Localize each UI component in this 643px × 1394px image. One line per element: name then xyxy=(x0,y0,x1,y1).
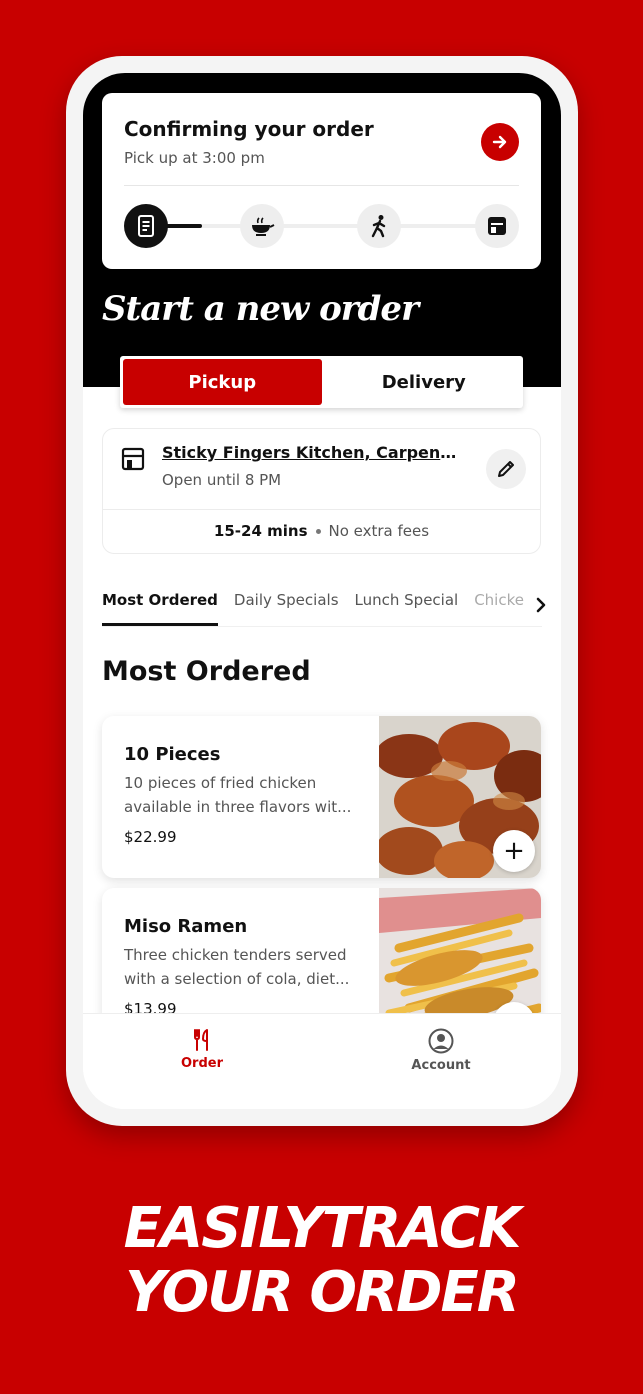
step-store xyxy=(475,204,519,248)
promo-headline-line2: YOUR ORDER xyxy=(125,1260,520,1325)
chevron-right-icon[interactable] xyxy=(533,595,549,619)
app-screen: Confirming your order Pick up at 3:00 pm xyxy=(83,73,561,1109)
pencil-icon xyxy=(498,461,514,477)
menu-item-card[interactable]: 10 Pieces 10 pieces of fried chicken ava… xyxy=(102,716,541,878)
step-pickup xyxy=(357,204,401,248)
item-name: Miso Ramen xyxy=(124,916,248,937)
status-divider xyxy=(124,185,519,186)
category-tab-lunch-special[interactable]: Lunch Special xyxy=(355,591,459,626)
delivery-tab[interactable]: Delivery xyxy=(325,356,524,408)
receipt-icon xyxy=(138,215,154,237)
user-circle-icon xyxy=(428,1028,454,1054)
section-title: Most Ordered xyxy=(102,656,311,687)
nav-account-label: Account xyxy=(411,1058,471,1073)
store-icon xyxy=(121,447,145,475)
store-hours: Open until 8 PM xyxy=(162,471,282,489)
step-receipt xyxy=(124,204,168,248)
arrow-right-icon xyxy=(492,135,507,149)
order-mode-toggle: Pickup Delivery xyxy=(120,356,523,408)
item-description: Three chicken tenders served with a sele… xyxy=(124,946,350,988)
walking-person-icon xyxy=(371,215,386,238)
nav-order-label: Order xyxy=(181,1056,223,1071)
edit-store-button[interactable] xyxy=(486,449,526,489)
fees-info: No extra fees xyxy=(328,522,430,540)
step-cooking xyxy=(240,204,284,248)
order-status-title: Confirming your order xyxy=(124,117,374,141)
delivery-eta: 15-24 mins xyxy=(213,522,308,540)
item-description: 10 pieces of fried chicken available in … xyxy=(124,774,352,816)
store-icon xyxy=(488,217,506,235)
add-item-button[interactable]: + xyxy=(493,830,535,872)
store-meta: 15-24 mins No extra fees xyxy=(103,522,540,540)
item-name: 10 Pieces xyxy=(124,744,221,765)
cooking-pot-icon xyxy=(252,217,275,236)
status-details-button[interactable] xyxy=(481,123,519,161)
plus-icon: + xyxy=(503,836,525,866)
store-card: Sticky Fingers Kitchen, Carpenters... Op… xyxy=(102,428,541,554)
bottom-nav: Order Account xyxy=(83,1013,561,1109)
promo-headline-line1: EASILYTRACK xyxy=(123,1196,522,1261)
nav-account[interactable]: Account xyxy=(381,1028,501,1073)
store-divider xyxy=(103,509,540,510)
order-status-card[interactable]: Confirming your order Pick up at 3:00 pm xyxy=(102,93,541,269)
store-name-link[interactable]: Sticky Fingers Kitchen, Carpenters... xyxy=(162,443,462,462)
category-tabs: Most Ordered Daily Specials Lunch Specia… xyxy=(102,591,542,627)
separator-dot xyxy=(315,528,321,534)
category-tab-most-ordered[interactable]: Most Ordered xyxy=(102,591,218,626)
category-tab-chicken[interactable]: Chicke xyxy=(474,591,524,626)
pickup-tab[interactable]: Pickup xyxy=(123,359,322,405)
start-new-order-title: Start a new order xyxy=(102,289,419,329)
fork-knife-icon xyxy=(194,1029,208,1051)
item-price: $22.99 xyxy=(124,828,177,846)
category-tab-daily-specials[interactable]: Daily Specials xyxy=(234,591,339,626)
nav-order[interactable]: Order xyxy=(142,1028,262,1071)
pickup-time: Pick up at 3:00 pm xyxy=(124,149,265,167)
